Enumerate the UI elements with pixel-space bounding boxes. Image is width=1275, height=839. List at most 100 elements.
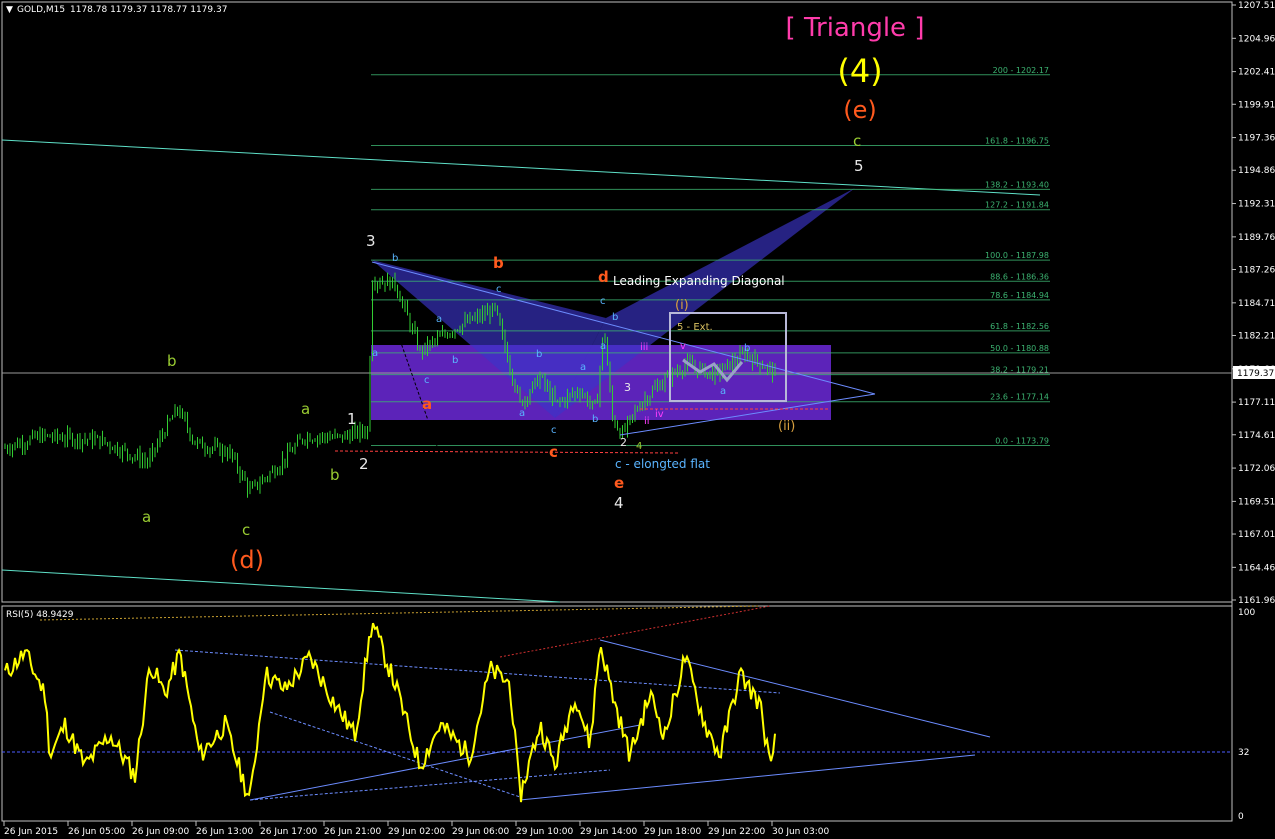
wave-label: iii [640, 342, 648, 353]
wave-label: a [720, 386, 726, 397]
fib-level-label: 23.6 - 1177.14 [990, 393, 1049, 402]
wave-label: a [301, 400, 310, 418]
wave-label: a [142, 508, 151, 526]
wave-label: b [592, 414, 598, 425]
wave-label: b [392, 253, 398, 264]
wave-label: 2 [620, 436, 627, 449]
price-tick-label: 1161.96 [1238, 596, 1275, 606]
five-ext-label: 5 - Ext. [677, 322, 713, 333]
wave-ii-label: (ii) [778, 419, 795, 434]
rsi-tick-32: 32 [1238, 748, 1249, 758]
wave-label: a [436, 314, 442, 325]
time-tick-label: 29 Jun 06:00 [452, 827, 509, 837]
wave-label: b [744, 343, 750, 354]
price-tick-label: 1187.26 [1238, 266, 1275, 276]
rsi-upper-dashed-line [39, 605, 761, 621]
wave-4-title: (4) [837, 52, 882, 90]
wave-d-label: (d) [230, 546, 264, 574]
price-tick-label: 1202.41 [1238, 68, 1275, 78]
price-tick-label: 1197.36 [1238, 134, 1275, 144]
wave-label: 4 [636, 441, 642, 452]
wave-label: a [580, 362, 586, 373]
wave-label: b [167, 352, 177, 370]
price-tick-label: 1182.21 [1238, 331, 1275, 341]
channel-upper-line [1, 139, 1041, 196]
elongated-flat-label: c - elongted flat [615, 457, 710, 471]
wave-label: b [330, 466, 340, 484]
wave-label: c [551, 425, 557, 436]
time-tick-label: 30 Jun 03:00 [772, 827, 829, 837]
fib-level-label: 50.0 - 1180.88 [990, 344, 1049, 353]
wave-label: d [598, 268, 609, 286]
rsi-trendline [249, 724, 641, 801]
price-tick-label: 1199.91 [1238, 100, 1275, 110]
fib-level-label: 138.2 - 1193.40 [985, 180, 1049, 189]
wave-label: e [614, 474, 624, 492]
wave-label: c [242, 521, 250, 539]
wave-label: 1 [347, 410, 357, 428]
ohlc-values: 1178.78 1179.37 1178.77 1179.37 [70, 5, 227, 15]
wave-label: c [424, 375, 430, 386]
wave-label: a [372, 348, 378, 359]
time-tick-label: 29 Jun 18:00 [644, 827, 701, 837]
price-tick-label: 1164.46 [1238, 563, 1275, 573]
price-tick-label: 1177.11 [1238, 398, 1275, 408]
wave-label: ii [644, 416, 650, 427]
wave-label: 4 [614, 494, 624, 512]
wave-e-title: (e) [843, 96, 877, 124]
price-tick-label: 1204.96 [1238, 34, 1275, 44]
fib-level-label: 127.2 - 1191.84 [985, 201, 1049, 210]
fib-level-label: 88.6 - 1186.36 [990, 272, 1049, 281]
time-tick-label: 26 Jun 05:00 [68, 827, 125, 837]
wave-label: c [600, 296, 606, 307]
chart-canvas[interactable]: 200 - 1202.17 161.8 - 1196.75 138.2 - 1193… [0, 0, 1275, 839]
wave-label: 5 [854, 157, 864, 175]
rsi-red-dashed-line [499, 605, 771, 658]
time-tick-label: 29 Jun 22:00 [708, 827, 765, 837]
fib-level-label: 78.6 - 1184.94 [990, 291, 1049, 300]
time-tick-label: 26 Jun 17:00 [260, 827, 317, 837]
price-axis: 1207.51 1204.96 1202.41 1199.91 1197.36 1194.… [1232, 1, 1275, 606]
wave-label: b [452, 355, 458, 366]
price-tick-label: 1169.51 [1238, 497, 1275, 507]
rsi-dashed-low [249, 769, 611, 801]
price-tick-label: 1172.06 [1238, 464, 1275, 474]
time-tick-label: 29 Jun 10:00 [516, 827, 573, 837]
rsi-line [4, 622, 776, 803]
price-tick-label: 1192.31 [1238, 200, 1275, 210]
time-tick-label: 26 Jun 09:00 [132, 827, 189, 837]
price-tick-label: 1189.76 [1238, 233, 1275, 243]
fib-level-label: 200 - 1202.17 [993, 66, 1049, 75]
main-panel-frame [1, 1, 1233, 603]
time-axis: 26 Jun 2015 26 Jun 05:00 26 Jun 09:00 26 Ju… [3, 821, 829, 837]
rsi-tick-0: 0 [1238, 812, 1244, 822]
fib-level-label: 100.0 - 1187.98 [985, 251, 1049, 260]
wave-label: v [680, 341, 686, 352]
wave-label: c [549, 443, 558, 461]
wave-label: a [422, 395, 432, 413]
rsi-label: RSI(5) 48.9429 [6, 610, 74, 620]
fib-level-label: 61.8 - 1182.56 [990, 322, 1049, 331]
rsi-triangle-upper-line [599, 639, 991, 738]
wave-label: c [496, 284, 502, 295]
time-tick-label: 26 Jun 13:00 [196, 827, 253, 837]
fib-level-label: 0.0 - 1173.79 [995, 436, 1049, 445]
leading-diagonal-label: Leading Expanding Diagonal [613, 274, 785, 288]
time-tick-label: 26 Jun 2015 [4, 827, 58, 837]
price-tick-label: 1184.71 [1238, 299, 1275, 309]
wave-label: b [612, 312, 618, 323]
chart-dropdown-icon[interactable]: ▼ [6, 5, 13, 15]
wave-label: iv [655, 409, 664, 420]
wave-label: a [519, 408, 525, 419]
time-tick-label: 29 Jun 14:00 [580, 827, 637, 837]
wave-label: 2 [359, 455, 369, 473]
wave-label: 3 [366, 232, 376, 250]
price-tick-label: 1207.51 [1238, 1, 1275, 11]
time-tick-label: 26 Jun 21:00 [324, 827, 381, 837]
wave-label: c [853, 132, 861, 150]
price-tick-label: 1194.86 [1238, 166, 1275, 176]
current-price-label: 1179.37 [1237, 369, 1274, 379]
symbol-label: GOLD,M15 [17, 5, 65, 15]
time-tick-label: 29 Jun 02:00 [388, 827, 445, 837]
channel-lower-line [1, 569, 561, 603]
